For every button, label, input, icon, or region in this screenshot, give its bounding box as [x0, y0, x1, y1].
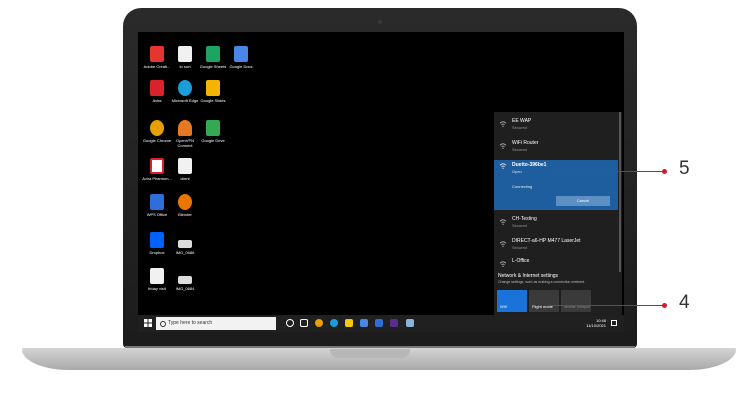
teams-icon[interactable] [390, 319, 398, 327]
network-item[interactable]: DIRECT-a6-HP M477 LaserJet Secured [494, 238, 618, 250]
network-status: Secured [512, 147, 527, 152]
openvpn-icon [178, 120, 192, 136]
callout-line-4 [548, 305, 664, 306]
image-file-icon [178, 240, 192, 248]
windows-start-icon[interactable] [144, 319, 152, 327]
wifi-toggle-tile[interactable]: Wifi [497, 290, 527, 312]
callout-dot-4 [662, 303, 667, 308]
task-view-icon[interactable] [300, 319, 308, 327]
callout-number-4: 4 [679, 292, 690, 313]
network-item[interactable]: WiFi Router Secured [494, 140, 618, 152]
network-name: DIRECT-a6-HP M477 LaserJet [512, 238, 581, 244]
taskbar-search-box[interactable]: Type here to search [156, 317, 276, 330]
blender-icon [178, 194, 192, 210]
file-icon [178, 46, 192, 62]
network-settings-link[interactable]: Network & Internet settings [498, 273, 558, 279]
store-icon[interactable] [375, 319, 383, 327]
desktop-icon-adobe[interactable]: Adobe Creati... [142, 46, 172, 69]
edge-taskbar-icon[interactable] [330, 319, 338, 327]
wifi-secured-icon [499, 241, 507, 247]
taskbar-clock[interactable]: 10:48 11/10/2021 [586, 318, 606, 328]
search-placeholder: Type here to search [168, 320, 213, 326]
desktop-icon-google-slides[interactable]: Google Slides [198, 80, 228, 103]
network-name: L-Office [512, 258, 530, 264]
connection-state: Connecting [512, 184, 533, 189]
desktop-icon-avira[interactable]: Avira [142, 80, 172, 103]
edge-icon [178, 80, 192, 96]
network-status: Secured [512, 245, 527, 250]
desktop-icon-openvpn[interactable]: OpenVPN Connect [170, 120, 200, 148]
file-icon [150, 268, 164, 284]
desktop-icon-google-docs[interactable]: Google Docs [226, 46, 256, 69]
desktop-icon-friday-visit[interactable]: friday visit [142, 268, 172, 291]
network-status: Secured [512, 125, 527, 130]
desktop-icon-blender[interactable]: Blender [170, 194, 200, 217]
settings-app-icon[interactable] [406, 319, 414, 327]
mobile-hotspot-tile[interactable]: Mobile hotspot [561, 290, 591, 312]
desktop-icon-img-0684[interactable]: IMG_0684 [170, 268, 200, 291]
google-slides-icon [206, 80, 220, 96]
desktop-icon-google-sheets[interactable]: Google Sheets [198, 46, 228, 69]
wifi-open-icon [499, 163, 507, 169]
cortana-icon[interactable] [286, 319, 294, 327]
wifi-secured-icon [499, 143, 507, 149]
chrome-taskbar-icon[interactable] [315, 319, 323, 327]
dropbox-icon [150, 232, 164, 248]
laptop-notch [330, 349, 410, 358]
wifi-secured-icon [499, 261, 507, 267]
mail-icon[interactable] [360, 319, 368, 327]
flight-mode-tile[interactable]: Flight mode [529, 290, 559, 312]
file-icon [178, 158, 192, 174]
wifi-secured-icon [499, 219, 507, 225]
network-settings-subtitle: Change settings, such as making a connec… [498, 280, 586, 284]
image-file-icon [178, 276, 192, 284]
network-name: CH-Testing [512, 216, 537, 222]
desktop-icon-google-drive[interactable]: Google Drive [198, 120, 228, 143]
avira-icon [150, 80, 164, 96]
adobe-cc-icon [150, 46, 164, 62]
avira-phantom-icon [150, 158, 164, 174]
desktop-icon-wps-office[interactable]: WPS Office [142, 194, 172, 217]
wifi-secured-icon [499, 121, 507, 127]
network-name: EE WAP [512, 118, 532, 124]
callout-number-5: 5 [679, 158, 690, 179]
desktop-icon-img-0686[interactable]: IMG_0686 [170, 232, 200, 255]
desktop-icon-avira-phantom[interactable]: Avira Phantom... [142, 158, 172, 181]
file-explorer-icon[interactable] [345, 319, 353, 327]
wps-office-icon [150, 194, 164, 210]
network-list-scrollbar[interactable] [619, 112, 621, 272]
desktop-icon-edge[interactable]: Microsoft Edge [170, 80, 200, 103]
network-item-connecting[interactable]: Duetto-396be1 Open Connecting Cancel [494, 160, 618, 210]
webcam [378, 20, 382, 24]
callout-line-5 [548, 171, 664, 172]
taskbar: Type here to search 10:48 11/10/2021 [138, 315, 624, 332]
network-item[interactable]: L-Office [494, 258, 618, 267]
cancel-button[interactable]: Cancel [556, 196, 610, 206]
network-status: Secured [512, 223, 527, 228]
chrome-icon [150, 120, 164, 136]
callout-dot-5 [662, 169, 667, 174]
network-flyout: EE WAP Secured WiFi Router Secured Duett… [494, 112, 622, 315]
desktop-icon-client[interactable]: client [170, 158, 200, 181]
network-item[interactable]: EE WAP Secured [494, 118, 618, 130]
google-docs-icon [234, 46, 248, 62]
notification-icon[interactable] [611, 320, 617, 326]
desktop-icon-chrome[interactable]: Google Chrome [142, 120, 172, 143]
desktop-icon-dropbox[interactable]: Dropbox [142, 232, 172, 255]
google-drive-icon [206, 120, 220, 136]
desktop-screen: Adobe Creati... to sort Google Sheets Go… [138, 32, 624, 332]
network-name: WiFi Router [512, 140, 539, 146]
network-name: Duetto-396be1 [512, 162, 547, 168]
network-item[interactable]: CH-Testing Secured [494, 216, 618, 228]
google-sheets-icon [206, 46, 220, 62]
desktop-icon-to-sort[interactable]: to sort [170, 46, 200, 69]
search-icon [160, 321, 166, 327]
